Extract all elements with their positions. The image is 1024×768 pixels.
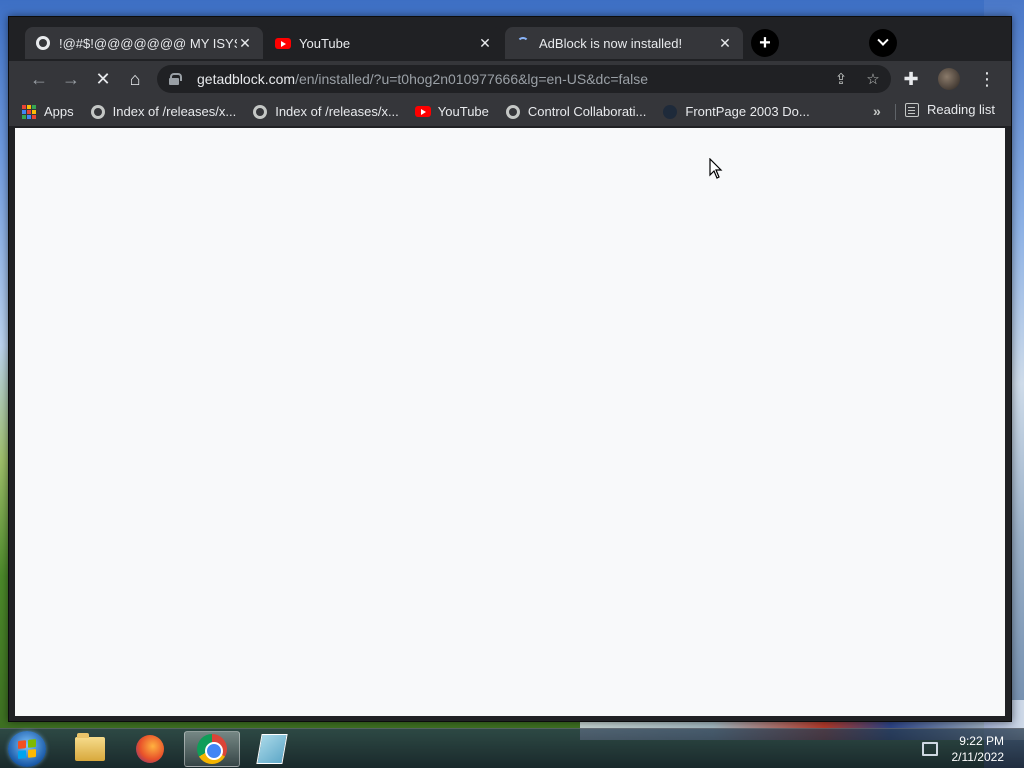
- chevron-down-icon: [877, 34, 889, 46]
- bookmark-frontpage[interactable]: FrontPage 2003 Do...: [662, 104, 810, 120]
- bookmarks-divider: [895, 104, 896, 120]
- globe-icon: [35, 35, 51, 51]
- bookmark-label: Apps: [44, 104, 74, 119]
- taskbar-firefox[interactable]: [122, 731, 178, 767]
- windows-logo-icon: [18, 739, 36, 759]
- stop-loading-button[interactable]: ✕: [87, 63, 119, 95]
- bookmark-control-collaboration[interactable]: Control Collaborati...: [505, 104, 647, 120]
- avatar: [938, 68, 960, 90]
- apps-grid-icon: [21, 104, 37, 120]
- url-path: /en/installed/?u=t0hog2n010977666&lg=en-…: [295, 71, 649, 87]
- omnibox-actions: ⇪ ☆: [831, 69, 883, 89]
- page-content[interactable]: [15, 128, 1005, 716]
- tab-title: AdBlock is now installed!: [539, 35, 683, 51]
- tab-search-button[interactable]: [869, 29, 897, 57]
- address-bar[interactable]: getadblock.com/en/installed/?u=t0hog2n01…: [157, 65, 891, 93]
- back-button[interactable]: ←: [23, 63, 55, 95]
- home-button[interactable]: ⌂: [119, 63, 151, 95]
- frontpage-icon: [662, 104, 678, 120]
- bookmark-label: YouTube: [437, 104, 489, 119]
- bookmarks-bar: Apps Index of /releases/x... Index of /r…: [9, 97, 1011, 127]
- bookmark-label: FrontPage 2003 Do...: [685, 104, 810, 119]
- lock-icon[interactable]: [169, 73, 182, 85]
- bookmark-apps[interactable]: Apps: [21, 104, 74, 120]
- notepad-icon: [256, 734, 288, 764]
- globe-icon: [505, 104, 521, 120]
- tab-title: !@#$!@@@@@@@ MY ISYS PF: [59, 35, 237, 51]
- tab-adblock[interactable]: AdBlock is now installed! ✕: [505, 27, 743, 59]
- tab-close-icon[interactable]: ✕: [717, 35, 733, 51]
- new-tab-button[interactable]: +: [751, 29, 779, 57]
- clock-date: 2/11/2022: [951, 750, 1005, 764]
- navigation-toolbar: ← → ✕ ⌂ getadblock.com/en/installed/?u=t…: [9, 61, 1011, 97]
- forward-button[interactable]: →: [55, 63, 87, 95]
- bookmarks-overflow-button[interactable]: »: [873, 103, 881, 119]
- reading-list-button[interactable]: Reading list: [905, 102, 995, 117]
- mouse-cursor-icon: [709, 158, 723, 179]
- profile-button[interactable]: [933, 63, 965, 95]
- toolbar-right: ✚ ⋮: [895, 63, 1003, 95]
- globe-icon: [90, 104, 106, 120]
- tab-strip: !@#$!@@@@@@@ MY ISYS PF ✕ YouTube ✕ AdBl…: [9, 17, 1011, 61]
- bookmark-index-releases-2[interactable]: Index of /releases/x...: [252, 104, 399, 120]
- browser-window: — ☐ ✕ !@#$!@@@@@@@ MY ISYS PF ✕ YouTube …: [8, 16, 1012, 722]
- system-tray: 9:22 PM 2/11/2022: [921, 733, 1005, 765]
- bookmark-label: Control Collaborati...: [527, 104, 647, 119]
- menu-icon[interactable]: ⋮: [971, 63, 1003, 95]
- url-host: getadblock.com: [197, 71, 296, 87]
- network-icon[interactable]: [921, 742, 938, 756]
- start-button[interactable]: [8, 731, 46, 767]
- loading-spinner-icon: [515, 35, 531, 51]
- bookmark-label: Index of /releases/x...: [275, 104, 399, 119]
- extensions-icon[interactable]: ✚: [895, 63, 927, 95]
- bookmark-label: Index of /releases/x...: [112, 104, 237, 119]
- tab-youtube[interactable]: YouTube ✕: [265, 27, 503, 59]
- folder-icon: [75, 733, 105, 761]
- taskbar-chrome[interactable]: [184, 731, 240, 767]
- youtube-icon: [414, 104, 431, 120]
- reading-list-icon: [905, 102, 919, 117]
- taskbar-explorer[interactable]: [62, 731, 118, 767]
- chrome-icon: [197, 734, 227, 764]
- star-icon[interactable]: ☆: [863, 69, 883, 89]
- bookmark-index-releases-1[interactable]: Index of /releases/x...: [90, 104, 237, 120]
- reading-list-label: Reading list: [927, 102, 995, 117]
- windows-taskbar: 9:22 PM 2/11/2022: [0, 728, 1024, 768]
- clock-time: 9:22 PM: [959, 734, 1004, 748]
- globe-icon: [252, 104, 268, 120]
- taskbar-notepad[interactable]: [244, 731, 300, 767]
- tab-close-icon[interactable]: ✕: [237, 35, 253, 51]
- clock[interactable]: 9:22 PM 2/11/2022: [952, 733, 1005, 765]
- tab-isys[interactable]: !@#$!@@@@@@@ MY ISYS PF ✕: [25, 27, 263, 59]
- share-icon[interactable]: ⇪: [831, 69, 851, 89]
- firefox-icon: [136, 735, 164, 763]
- tab-title: YouTube: [299, 35, 351, 51]
- bookmark-youtube[interactable]: YouTube: [414, 104, 489, 120]
- youtube-icon: [275, 35, 291, 51]
- tab-close-icon[interactable]: ✕: [477, 35, 493, 51]
